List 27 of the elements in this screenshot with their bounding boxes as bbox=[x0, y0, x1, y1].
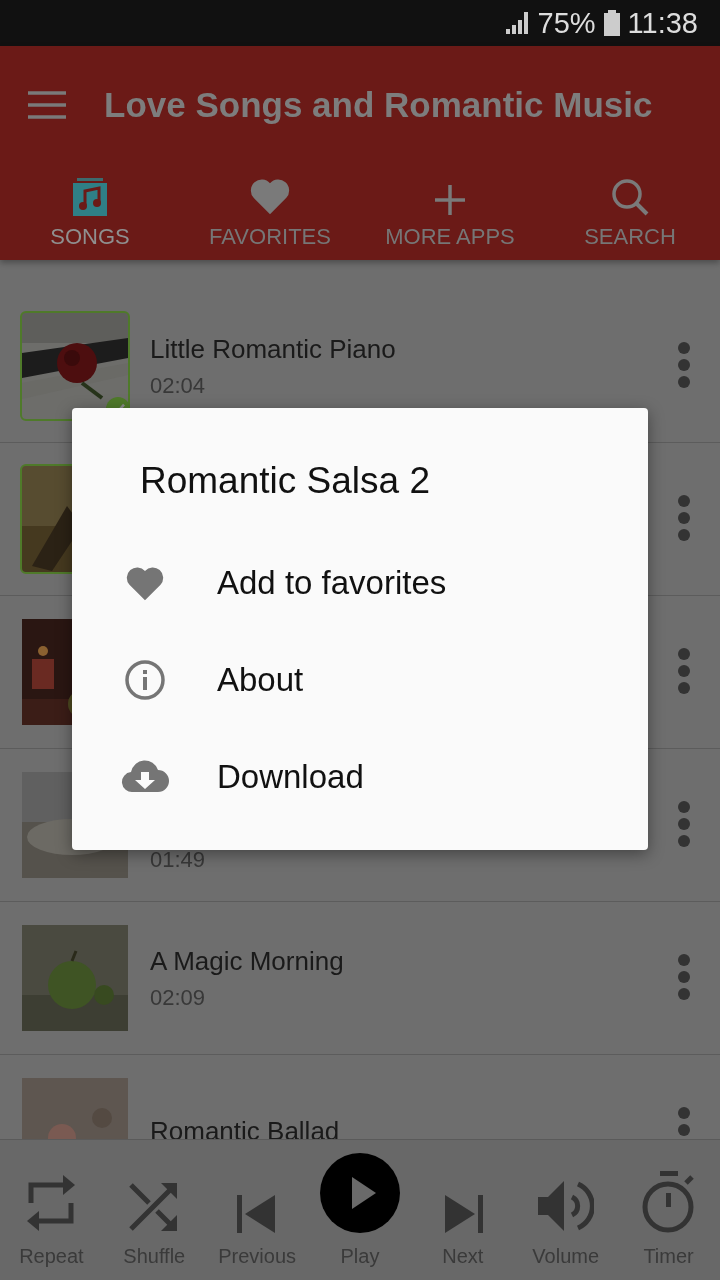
menu-item[interactable]: Download bbox=[72, 728, 648, 825]
music-album-icon bbox=[73, 178, 107, 216]
next-icon bbox=[442, 1195, 483, 1233]
tab[interactable]: FAVORITES bbox=[180, 164, 360, 250]
volume-icon bbox=[537, 1179, 594, 1233]
menu-item[interactable]: About bbox=[72, 631, 648, 728]
cloud-download-icon bbox=[120, 759, 169, 794]
tab[interactable]: SONGS bbox=[0, 164, 180, 250]
tab[interactable]: SEARCH bbox=[540, 164, 720, 250]
tab[interactable]: MORE APPS bbox=[360, 164, 540, 250]
clock: 11:38 bbox=[627, 6, 698, 40]
info-icon bbox=[123, 658, 166, 701]
song-title: A Magic Morning bbox=[150, 945, 345, 977]
signal-icon bbox=[505, 12, 530, 34]
song-title: Little Romantic Piano bbox=[150, 333, 397, 365]
battery-icon bbox=[603, 10, 620, 36]
app-title: Love Songs and Romantic Music bbox=[104, 85, 653, 125]
play-icon bbox=[320, 1153, 400, 1233]
menu-icon[interactable] bbox=[28, 91, 66, 119]
dialog-title: Romantic Salsa 2 bbox=[139, 460, 431, 502]
plus-icon bbox=[434, 184, 466, 216]
timer-icon bbox=[640, 1171, 697, 1233]
battery-percent: 75% bbox=[537, 6, 596, 40]
song-title: Romantic Ballad bbox=[150, 1115, 341, 1139]
search-icon bbox=[611, 178, 649, 216]
previous-icon bbox=[237, 1195, 278, 1233]
menu-item[interactable]: Add to favorites bbox=[72, 534, 648, 631]
